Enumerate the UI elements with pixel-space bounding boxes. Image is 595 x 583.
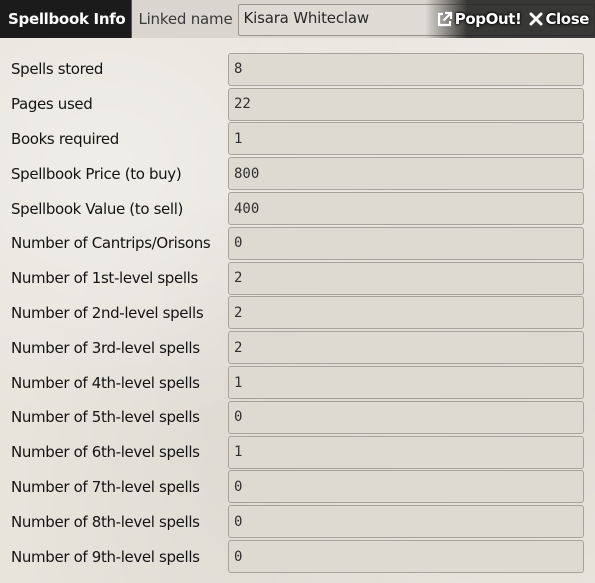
field-row: Books required 1: [0, 122, 595, 157]
field-value-input[interactable]: 1: [228, 366, 584, 400]
field-row: Number of 7th-level spells 0: [0, 470, 595, 505]
field-row: Number of 6th-level spells 1: [0, 435, 595, 470]
window-title: Spellbook Info: [8, 10, 126, 28]
field-value-input[interactable]: 0: [228, 470, 584, 504]
field-label: Spellbook Price (to buy): [11, 164, 182, 183]
popout-button[interactable]: PopOut!: [436, 10, 522, 28]
field-row: Number of 8th-level spells 0: [0, 504, 595, 539]
field-row: Number of 2nd-level spells 2: [0, 296, 595, 331]
field-row: Number of 9th-level spells 0: [0, 539, 595, 574]
field-label: Spells stored: [11, 60, 104, 79]
close-label: Close: [545, 10, 589, 28]
window-controls: PopOut! Close: [436, 0, 589, 38]
field-value-input[interactable]: 8: [228, 52, 584, 86]
field-label: Number of 7th-level spells: [11, 477, 200, 496]
field-row: Spellbook Value (to sell) 400: [0, 191, 595, 226]
field-label: Number of 9th-level spells: [11, 547, 200, 566]
field-label: Number of 1st-level spells: [11, 269, 198, 288]
field-label: Number of 6th-level spells: [11, 443, 200, 462]
external-link-icon: [436, 11, 453, 28]
field-value-input[interactable]: 0: [228, 540, 584, 574]
field-value-input[interactable]: 0: [228, 505, 584, 539]
spellbook-window: Spellbook Info Linked name Kisara Whitec…: [0, 0, 595, 583]
field-value-input[interactable]: 22: [228, 87, 584, 121]
field-label: Number of 5th-level spells: [11, 408, 200, 427]
field-row: Spells stored 8: [0, 52, 595, 87]
popout-label: PopOut!: [454, 10, 522, 28]
field-label: Pages used: [11, 95, 93, 114]
field-value-input[interactable]: 1: [228, 122, 584, 156]
spellbook-fields: Spells stored 8 Pages used 22 Books required…: [0, 38, 595, 574]
linked-name-label: Linked name: [138, 10, 233, 28]
field-value-input[interactable]: 800: [228, 157, 584, 191]
field-value-input[interactable]: 0: [228, 400, 584, 434]
field-value-input[interactable]: 2: [228, 296, 584, 330]
field-row: Pages used 22: [0, 87, 595, 122]
field-value-input[interactable]: 0: [228, 226, 584, 260]
window-header[interactable]: Spellbook Info Linked name Kisara Whitec…: [0, 0, 595, 38]
field-label: Number of Cantrips/Orisons: [11, 234, 211, 253]
field-row: Number of 5th-level spells 0: [0, 400, 595, 435]
field-label: Number of 8th-level spells: [11, 512, 200, 531]
field-value-input[interactable]: 400: [228, 192, 584, 226]
field-label: Spellbook Value (to sell): [11, 199, 184, 218]
field-row: Spellbook Price (to buy) 800: [0, 156, 595, 191]
close-button[interactable]: Close: [529, 10, 589, 28]
field-row: Number of 3rd-level spells 2: [0, 330, 595, 365]
field-label: Number of 3rd-level spells: [11, 338, 200, 357]
close-x-icon: [529, 12, 543, 26]
field-value-input[interactable]: 1: [228, 435, 584, 469]
field-value-input[interactable]: 2: [228, 261, 584, 295]
field-label: Books required: [11, 129, 119, 148]
field-value-input[interactable]: 2: [228, 331, 584, 365]
field-label: Number of 2nd-level spells: [11, 303, 204, 322]
field-row: Number of 1st-level spells 2: [0, 261, 595, 296]
field-row: Number of 4th-level spells 1: [0, 365, 595, 400]
field-label: Number of 4th-level spells: [11, 373, 200, 392]
field-row: Number of Cantrips/Orisons 0: [0, 226, 595, 261]
